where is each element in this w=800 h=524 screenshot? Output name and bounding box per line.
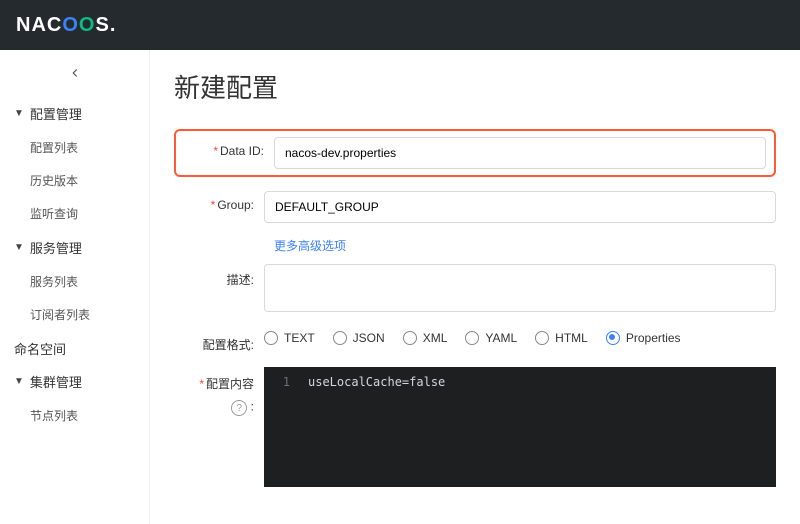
caret-down-icon: ▼ [14,377,24,387]
nav-group-label: 服务管理 [30,238,82,257]
field-data-id-highlighted: *Data ID: [174,129,776,177]
group-label: *Group: [174,191,264,212]
help-icon[interactable]: ? [231,400,247,416]
nav-group-cluster[interactable]: ▼ 集群管理 [0,366,149,397]
nav-group-label: 配置管理 [30,104,82,123]
radio-icon [465,331,479,345]
nav-item-node-list[interactable]: 节点列表 [0,399,149,432]
sidebar-collapse-button[interactable] [0,56,149,96]
nav-group-label: 集群管理 [30,372,82,391]
nav-group-service[interactable]: ▼ 服务管理 [0,232,149,263]
radio-icon [403,331,417,345]
format-option-text[interactable]: TEXT [264,331,315,345]
radio-icon [264,331,278,345]
group-input[interactable] [264,191,776,223]
nav-item-subscribers[interactable]: 订阅者列表 [0,298,149,331]
logo-text: NACOOS. [16,14,116,37]
topbar: NACOOS. [0,0,800,50]
advanced-options-link[interactable]: 更多高级选项 [274,237,776,254]
nav-item-service-list[interactable]: 服务列表 [0,265,149,298]
nav-item-history[interactable]: 历史版本 [0,164,149,197]
radio-icon [535,331,549,345]
content-label: *配置内容 ? : [174,367,264,416]
chevron-left-icon [68,66,82,80]
data-id-input[interactable] [274,137,766,169]
data-id-label: *Data ID: [184,137,274,158]
field-desc: 描述: [174,264,776,315]
radio-icon [333,331,347,345]
format-option-html[interactable]: HTML [535,331,588,345]
caret-down-icon: ▼ [14,243,24,253]
format-label: 配置格式: [174,329,264,353]
nav-item-listener[interactable]: 监听查询 [0,197,149,230]
sidebar: ▼ 配置管理 配置列表 历史版本 监听查询 ▼ 服务管理 服务列表 订阅者列表 … [0,50,150,524]
format-option-xml[interactable]: XML [403,331,448,345]
desc-label: 描述: [174,264,264,288]
main-content: 新建配置 *Data ID: *Group: 更多高级选项 描述: 配置格式: … [150,50,800,524]
field-format: 配置格式: TEXT JSON XML YAML HTML Properties [174,329,776,353]
format-option-yaml[interactable]: YAML [465,331,517,345]
format-option-properties[interactable]: Properties [606,331,681,345]
field-group: *Group: [174,191,776,223]
format-option-json[interactable]: JSON [333,331,385,345]
nav-group-namespace[interactable]: 命名空间 [0,333,149,364]
caret-down-icon: ▼ [14,109,24,119]
code-editor[interactable]: 1 useLocalCache=false [264,367,776,487]
nav-group-config[interactable]: ▼ 配置管理 [0,98,149,129]
nav-group-label: 命名空间 [14,339,66,358]
logo: NACOOS. [16,14,116,37]
code-line: useLocalCache=false [298,367,455,487]
page-title: 新建配置 [174,68,776,105]
nav-item-config-list[interactable]: 配置列表 [0,131,149,164]
radio-icon [606,331,620,345]
format-radio-group: TEXT JSON XML YAML HTML Properties [264,329,776,345]
desc-textarea[interactable] [264,264,776,312]
line-gutter: 1 [264,367,298,487]
field-content: *配置内容 ? : 1 useLocalCache=false [174,367,776,487]
